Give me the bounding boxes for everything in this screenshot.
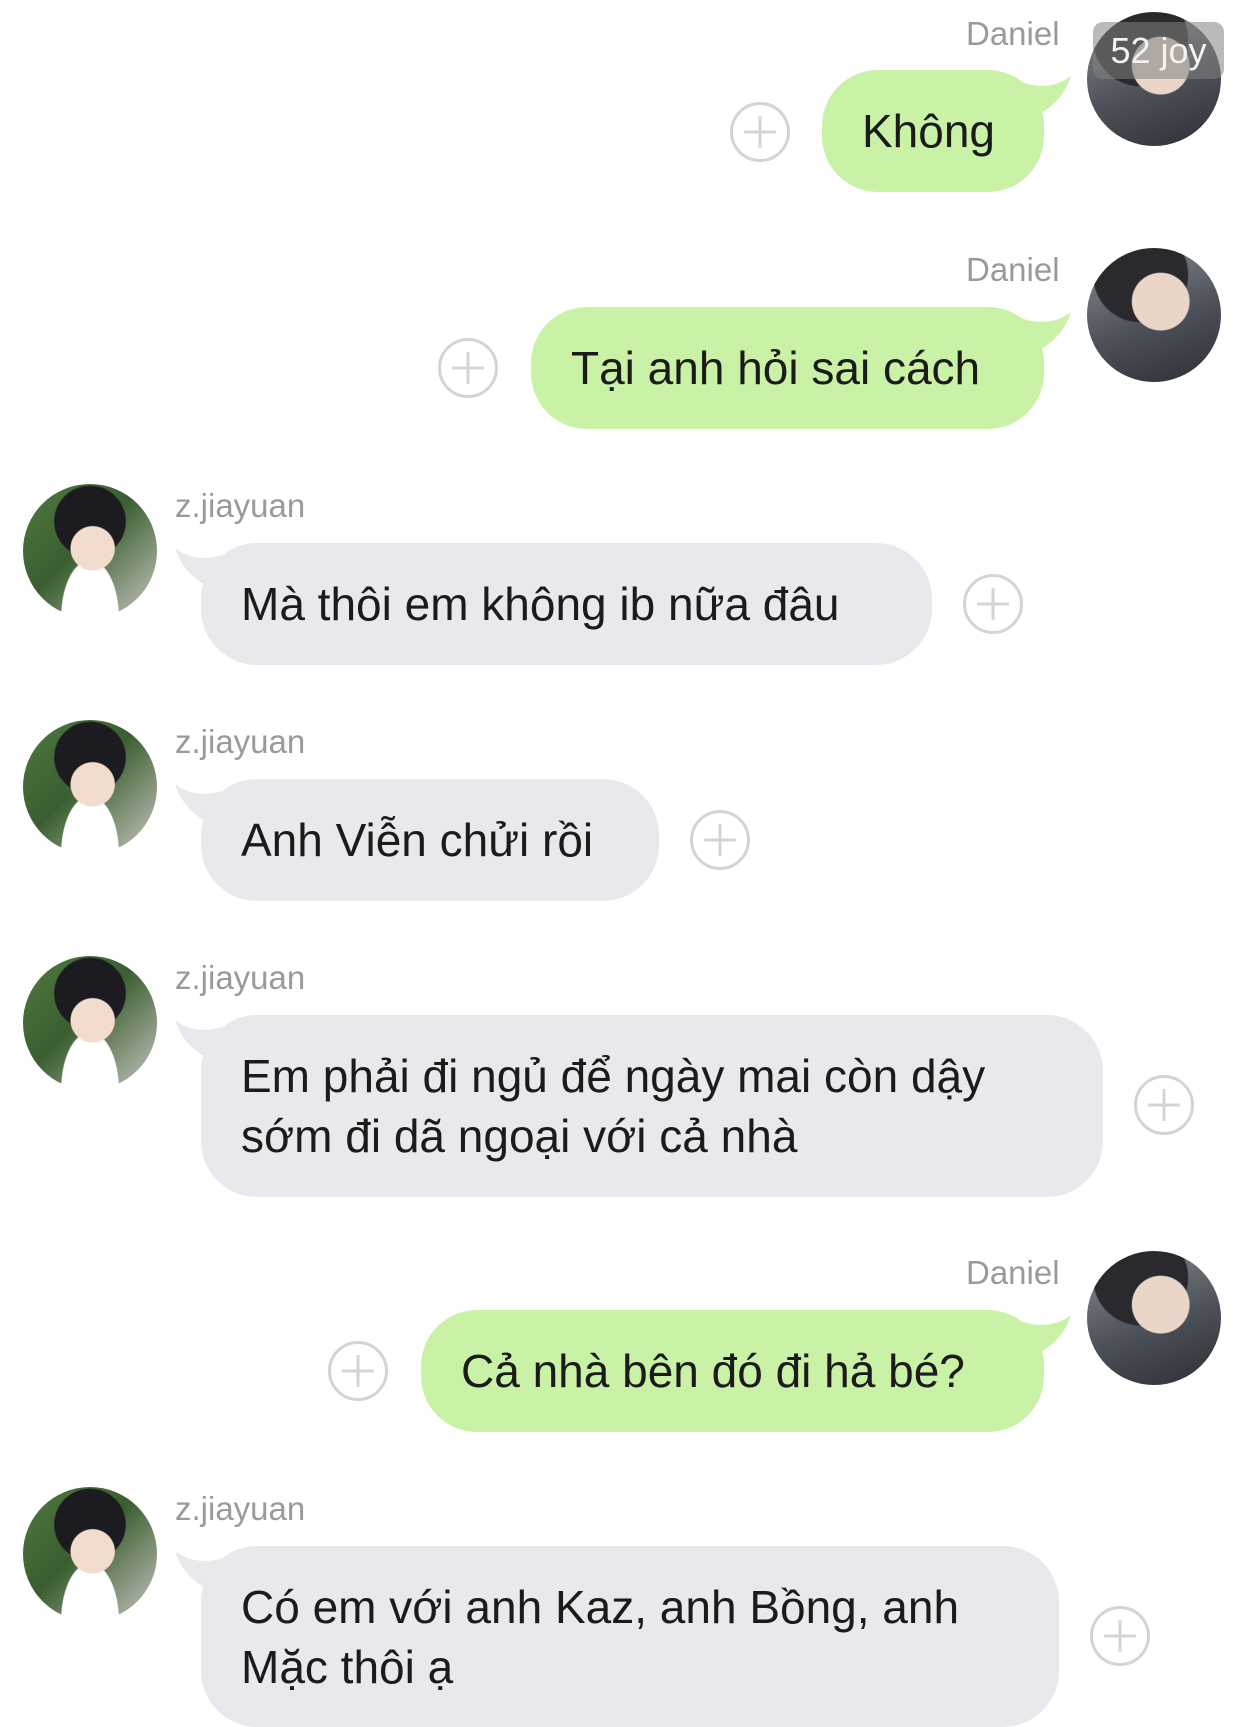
message-bubble-incoming[interactable]: Em phải đi ngủ để ngày mai còn dậy sớm đ…	[201, 1015, 1103, 1197]
add-reaction-icon[interactable]	[328, 1341, 388, 1401]
message-bubble-incoming[interactable]: Mà thôi em không ib nữa đâu	[201, 543, 932, 665]
message-text: Mà thôi em không ib nữa đâu	[241, 578, 840, 630]
overlay-badge: 52 joy	[1093, 22, 1224, 79]
message-text: Em phải đi ngủ để ngày mai còn dậy sớm đ…	[241, 1050, 986, 1162]
sender-name: Daniel	[966, 15, 1060, 52]
add-reaction-icon[interactable]	[963, 574, 1023, 634]
add-reaction-icon[interactable]	[690, 810, 750, 870]
add-reaction-icon[interactable]	[730, 102, 790, 162]
daniel-avatar[interactable]	[1087, 1251, 1221, 1385]
add-reaction-icon[interactable]	[1134, 1075, 1194, 1135]
jiayuan-avatar[interactable]	[23, 720, 157, 854]
add-reaction-icon[interactable]	[438, 338, 498, 398]
sender-name: z.jiayuan	[175, 1490, 306, 1527]
message-text: Không	[862, 105, 996, 157]
sender-name: Daniel	[966, 251, 1060, 288]
message-bubble-outgoing[interactable]: Cả nhà bên đó đi hả bé?	[421, 1310, 1044, 1432]
jiayuan-avatar[interactable]	[23, 1487, 157, 1621]
message-bubble-outgoing[interactable]: Không	[822, 70, 1044, 192]
message-bubble-incoming[interactable]: Có em với anh Kaz, anh Bồng, anh Mặc thô…	[201, 1546, 1059, 1727]
daniel-avatar[interactable]	[1087, 248, 1221, 382]
sender-name: Daniel	[966, 1254, 1060, 1291]
message-text: Có em với anh Kaz, anh Bồng, anh Mặc thô…	[241, 1580, 960, 1693]
jiayuan-avatar[interactable]	[23, 956, 157, 1090]
message-bubble-incoming[interactable]: Anh Viễn chửi rồi	[201, 779, 659, 901]
jiayuan-avatar[interactable]	[23, 484, 157, 618]
add-reaction-icon[interactable]	[1090, 1606, 1150, 1666]
sender-name: z.jiayuan	[175, 959, 306, 996]
message-text: Tại anh hỏi sai cách	[571, 342, 981, 394]
message-bubble-outgoing[interactable]: Tại anh hỏi sai cách	[531, 307, 1044, 429]
sender-name: z.jiayuan	[175, 487, 306, 524]
message-text: Cả nhà bên đó đi hả bé?	[461, 1345, 965, 1397]
message-text: Anh Viễn chửi rồi	[241, 814, 594, 866]
sender-name: z.jiayuan	[175, 723, 306, 760]
